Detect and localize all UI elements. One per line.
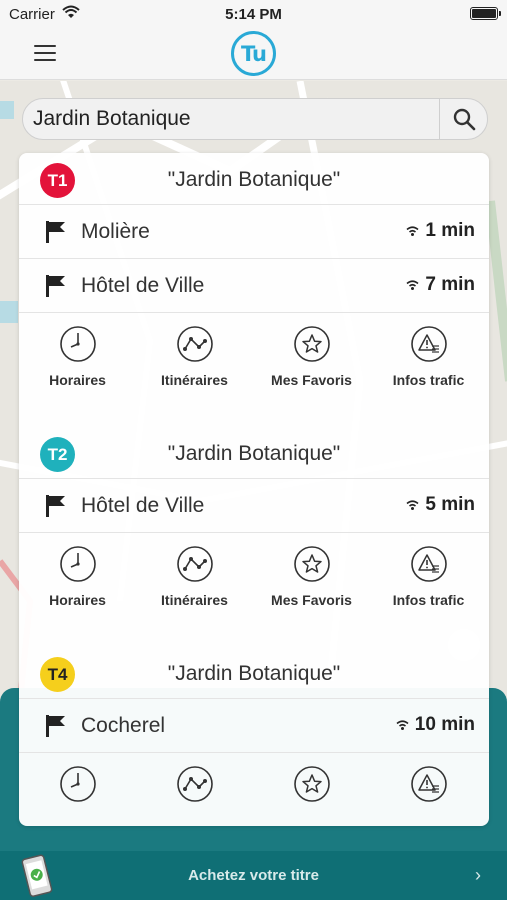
action-label: Horaires <box>49 592 106 608</box>
action-label: Infos trafic <box>392 372 465 388</box>
action-label: Mes Favoris <box>271 372 352 388</box>
traffic-info-button[interactable]: Infos trafic <box>370 325 487 388</box>
action-label: Infos trafic <box>392 592 465 608</box>
eta-value: 5 min <box>425 494 475 515</box>
star-icon <box>293 766 330 802</box>
action-label: Horaires <box>49 372 106 388</box>
line-actions <box>19 753 489 826</box>
search-bar <box>22 98 488 140</box>
eta: 1 min <box>406 220 475 242</box>
eta-value: 1 min <box>425 220 475 241</box>
logo-text: Tu <box>241 41 267 66</box>
route-icon <box>176 326 213 362</box>
departure-row[interactable]: Cocherel 10 min <box>19 699 489 753</box>
routes-button[interactable]: Itinéraires <box>136 325 253 388</box>
traffic-info-button[interactable] <box>370 765 487 803</box>
line-section-t2: T2 "Jardin Botanique" Hôtel de Ville 5 m… <box>19 427 489 647</box>
stop-title: "Jardin Botanique" <box>167 442 341 465</box>
line-section-t1: T1 "Jardin Botanique" Molière 1 min Hôte… <box>19 153 489 427</box>
traffic-info-button[interactable]: Infos trafic <box>370 545 487 608</box>
line-header: T1 "Jardin Botanique" <box>19 153 489 205</box>
realtime-icon <box>406 500 419 510</box>
route-icon <box>176 766 213 802</box>
action-label: Itinéraires <box>161 372 228 388</box>
line-actions: Horaires Itinéraires Mes Favoris Infos t… <box>19 533 489 647</box>
stop-title: "Jardin Botanique" <box>167 662 341 685</box>
flag-icon <box>46 715 65 737</box>
action-label: Itinéraires <box>161 592 228 608</box>
search-input[interactable] <box>23 99 439 139</box>
star-icon <box>293 546 330 582</box>
chevron-right-icon: › <box>475 865 481 885</box>
departure-row[interactable]: Molière 1 min <box>19 205 489 259</box>
flag-icon <box>46 221 65 243</box>
line-actions: Horaires Itinéraires Mes Favoris Infos t… <box>19 313 489 427</box>
schedules-button[interactable]: Horaires <box>19 325 136 388</box>
line-section-t4: T4 "Jardin Botanique" Cocherel 10 min <box>19 647 489 826</box>
schedules-button[interactable]: Horaires <box>19 545 136 608</box>
menu-icon[interactable] <box>34 45 56 61</box>
line-header: T4 "Jardin Botanique" <box>19 647 489 699</box>
stop-title: "Jardin Botanique" <box>167 168 341 191</box>
search-icon <box>453 108 476 131</box>
destination-label: Hôtel de Ville <box>81 274 205 297</box>
warning-icon <box>410 766 447 802</box>
routes-button[interactable] <box>136 765 253 803</box>
search-button[interactable] <box>440 99 488 139</box>
realtime-icon <box>396 720 409 730</box>
destination-label: Hôtel de Ville <box>81 494 205 517</box>
departures-card: T1 "Jardin Botanique" Molière 1 min Hôte… <box>19 153 489 826</box>
departure-row[interactable]: Hôtel de Ville 7 min <box>19 259 489 313</box>
eta: 7 min <box>406 274 475 296</box>
action-label: Mes Favoris <box>271 592 352 608</box>
warning-icon <box>410 326 447 362</box>
clock-icon <box>59 326 96 362</box>
favorites-button[interactable]: Mes Favoris <box>253 325 370 388</box>
routes-button[interactable]: Itinéraires <box>136 545 253 608</box>
app-logo: Tu <box>231 31 276 76</box>
battery-icon <box>470 7 501 20</box>
favorites-button[interactable] <box>253 765 370 803</box>
status-bar: Carrier 5:14 PM <box>0 0 507 28</box>
eta-value: 7 min <box>425 274 475 295</box>
realtime-icon <box>406 226 419 236</box>
favorites-button[interactable]: Mes Favoris <box>253 545 370 608</box>
buy-ticket-banner[interactable]: Achetez votre titre › <box>0 851 507 900</box>
nav-bar: Tu <box>0 28 507 80</box>
destination-label: Cocherel <box>81 714 166 737</box>
star-icon <box>293 326 330 362</box>
line-header: T2 "Jardin Botanique" <box>19 427 489 479</box>
flag-icon <box>46 495 65 517</box>
clock-icon <box>59 546 96 582</box>
eta-value: 10 min <box>414 714 475 735</box>
clock-icon <box>59 766 96 802</box>
eta: 10 min <box>396 714 475 736</box>
eta: 5 min <box>406 494 475 516</box>
route-icon <box>176 546 213 582</box>
flag-icon <box>46 275 65 297</box>
departure-row[interactable]: Hôtel de Ville 5 min <box>19 479 489 533</box>
banner-label: Achetez votre titre <box>188 867 319 884</box>
schedules-button[interactable] <box>19 765 136 803</box>
warning-icon <box>410 546 447 582</box>
destination-label: Molière <box>81 220 150 243</box>
clock: 5:14 PM <box>225 6 282 23</box>
realtime-icon <box>406 280 419 290</box>
